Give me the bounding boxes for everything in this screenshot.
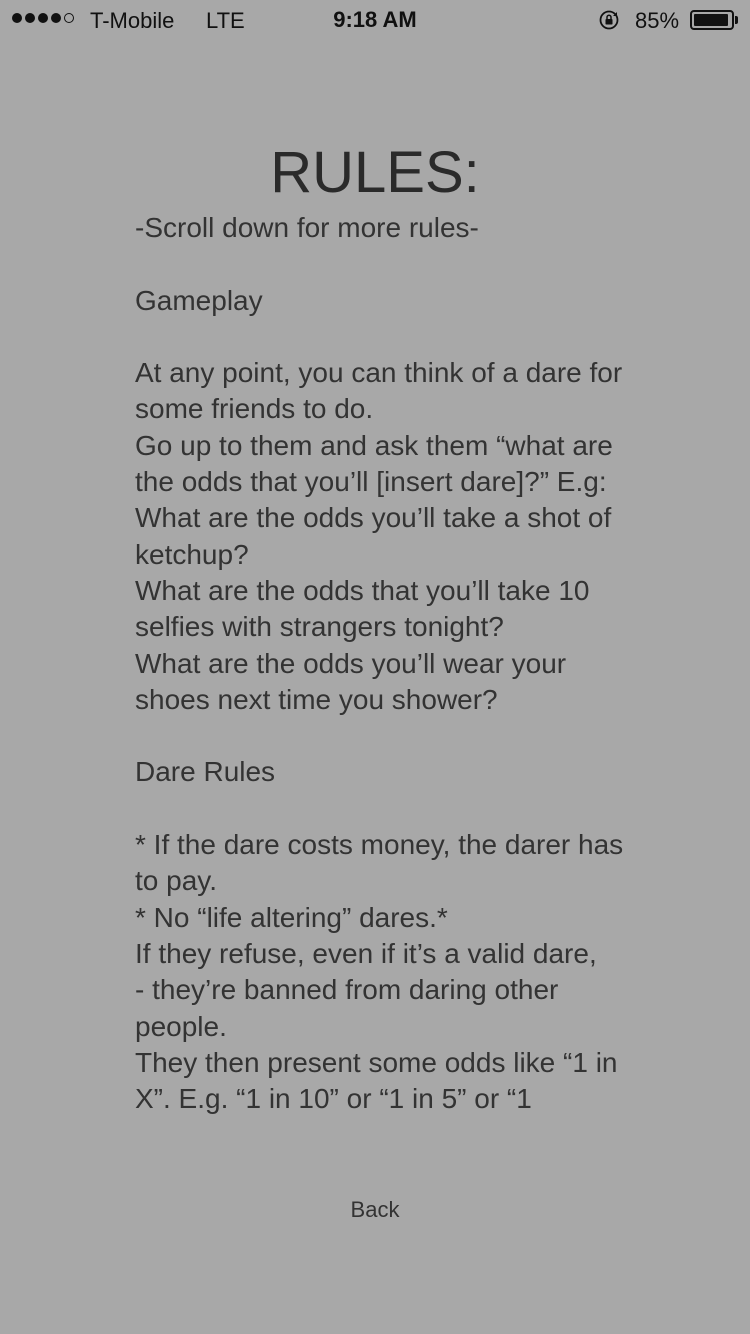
rotation-lock-icon [599, 10, 619, 30]
battery-percent: 85% [635, 8, 680, 33]
rules-line: - they’re banned from daring other peopl… [135, 974, 559, 1042]
rules-line: Dare Rules [135, 756, 276, 788]
rules-line: Gameplay [135, 284, 263, 316]
rules-line: What are the odds you’ll wear your shoes… [135, 647, 567, 715]
rules-blank-line [135, 319, 625, 355]
rules-blank-line [135, 718, 625, 754]
rules-blank-line [135, 246, 625, 282]
rules-line: Go up to them and ask them “what are the… [135, 429, 613, 498]
status-bar: T-Mobile LTE 9:18 AM 85% [0, 0, 750, 40]
rules-line: They then present some odds like “1 in X… [135, 1046, 618, 1115]
rules-line: * No “life altering” dares.* [135, 901, 448, 933]
page-title: RULES: [270, 139, 480, 205]
battery-icon [690, 10, 734, 30]
rules-line: What are the odds you’ll take a shot of … [135, 502, 612, 570]
battery-tip [735, 16, 738, 24]
rules-blank-line [135, 791, 625, 827]
rules-line: -Scroll down for more rules- [135, 212, 479, 243]
rules-line: At any point, you can think of a dare fo… [135, 357, 623, 425]
back-button[interactable]: Back [0, 1196, 750, 1224]
rules-line: * If the dare costs money, the darer has… [135, 829, 624, 897]
rules-line: What are the odds that you’ll take 10 se… [135, 574, 590, 643]
rules-line: If they refuse, even if it’s a valid dar… [135, 937, 597, 969]
rules-scroll-view[interactable]: -Scroll down for more rules- Gameplay At a… [135, 210, 625, 1140]
